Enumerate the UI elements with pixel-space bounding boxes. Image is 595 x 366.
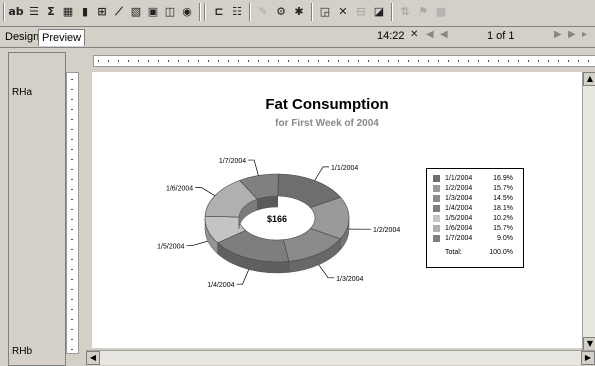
chart-title: Fat Consumption	[92, 96, 562, 113]
vertical-scrollbar[interactable]: ▲ ▼	[582, 72, 595, 350]
tab-design[interactable]: Design	[2, 29, 42, 45]
row-label-header: RHa	[12, 87, 32, 98]
image-icon[interactable]: ▧	[129, 5, 143, 19]
legend-swatch	[433, 235, 440, 242]
legend-date: 1/3/2004	[445, 194, 472, 203]
paint-icon[interactable]: ✎	[256, 5, 270, 19]
sort-icon[interactable]: ⇅	[398, 5, 412, 19]
legend-percent: 15.7%	[485, 184, 513, 193]
tab-preview[interactable]: Preview	[38, 29, 85, 46]
sigma-icon[interactable]: Σ	[44, 5, 58, 19]
legend-total-label: Total:	[445, 248, 462, 257]
scroll-up-icon[interactable]: ▲	[583, 72, 595, 86]
callout-line	[248, 160, 258, 175]
line-icon[interactable]: ⟋	[112, 5, 126, 19]
list-icon[interactable]: ☰	[27, 5, 41, 19]
legend-date: 1/6/2004	[445, 224, 472, 233]
legend-percent: 9.0%	[485, 234, 513, 243]
visibility-icon[interactable]: ◪	[372, 5, 386, 19]
doughnut-center-label: $166	[267, 214, 287, 224]
legend-percent: 18.1%	[485, 204, 513, 213]
toolbar-separator	[249, 3, 251, 21]
scroll-down-icon[interactable]: ▼	[583, 337, 595, 351]
legend-swatch	[433, 215, 440, 222]
legend-date: 1/2/2004	[445, 184, 472, 193]
legend-date: 1/1/2004	[445, 174, 472, 183]
callout-line	[186, 241, 207, 245]
legend-swatch	[433, 225, 440, 232]
callout-label: 1/2/2004	[373, 227, 400, 234]
more-icon[interactable]: ▸	[582, 29, 587, 40]
doughnut-hole-wall	[257, 196, 277, 210]
top-ruler-scale	[93, 55, 595, 67]
legend-swatch	[433, 185, 440, 192]
nav-time: 14:22	[377, 30, 405, 42]
params-icon[interactable]: ✱	[292, 5, 306, 19]
grid-icon[interactable]: ⊏	[212, 5, 226, 19]
toolbar-separator	[391, 3, 393, 21]
callout-line	[236, 269, 248, 284]
report-page: Fat Consumption for First Week of 2004 $…	[92, 72, 592, 348]
scroll-right-icon[interactable]: ▶	[581, 351, 595, 365]
group-icon[interactable]: ⚑	[416, 5, 430, 19]
callout-label: 1/6/2004	[166, 186, 193, 193]
chart-legend: 1/1/200416.9%1/2/200415.7%1/3/200414.5%1…	[426, 168, 524, 268]
chart-icon[interactable]: ▮	[78, 5, 92, 19]
horizontal-scrollbar[interactable]: ◀ ▶	[86, 350, 595, 365]
toolbar-separator	[199, 3, 201, 21]
legend-date: 1/7/2004	[445, 234, 472, 243]
subreport-icon[interactable]: ◫	[163, 5, 177, 19]
doughnut-chart: $1661/1/20041/2/20041/3/20041/4/20041/5/…	[142, 140, 472, 340]
top-ruler	[88, 54, 595, 66]
row-label-footer: RHb	[12, 346, 32, 357]
top-ruler-ticks	[94, 56, 595, 66]
legend-total-value: 100.0%	[485, 248, 513, 257]
pattern-icon[interactable]: ▩	[434, 5, 448, 19]
align-icon[interactable]: ☷	[230, 5, 244, 19]
toolbar-separator	[204, 3, 206, 21]
first-page-icon[interactable]: ◀	[426, 29, 434, 40]
left-ruler	[66, 72, 79, 354]
legend-swatch	[433, 205, 440, 212]
prev-page-icon[interactable]: ◀	[440, 29, 448, 40]
last-page-icon[interactable]: ▶	[568, 29, 576, 40]
left-ruler-ticks	[67, 73, 78, 353]
toolbar-grip	[3, 3, 5, 21]
callout-label: 1/4/2004	[207, 282, 234, 289]
callout-label: 1/3/2004	[336, 276, 363, 283]
tab-bar: Design Preview 14:22 ✕ ◀ ◀ 1 of 1 ▶ ▶ ▸	[0, 27, 595, 48]
filter-icon[interactable]: ⊟	[354, 5, 368, 19]
legend-percent: 16.9%	[485, 174, 513, 183]
callout-label: 1/7/2004	[219, 158, 246, 165]
toolbar: ab ☰ Σ ▦ ▮ ⊞ ⟋ ▧ ▣ ◫ ◉ ⊏ ☷ ✎ ⚙ ✱ ◲ ✕ ⊟ ◪…	[0, 0, 595, 27]
toolbar-separator	[311, 3, 313, 21]
picture-icon[interactable]: ▣	[146, 5, 160, 19]
next-page-icon[interactable]: ▶	[554, 29, 562, 40]
ab-icon[interactable]: ab	[8, 5, 24, 19]
legend-percent: 14.5%	[485, 194, 513, 203]
legend-date: 1/5/2004	[445, 214, 472, 223]
chart-subtitle: for First Week of 2004	[92, 118, 562, 129]
callout-line	[319, 265, 334, 278]
page-indicator: 1 of 1	[487, 30, 515, 42]
legend-swatch	[433, 195, 440, 202]
row-header-panel: RHa RHb	[8, 52, 66, 366]
link-icon[interactable]: ⊞	[95, 5, 109, 19]
query-icon[interactable]: ◲	[318, 5, 332, 19]
legend-date: 1/4/2004	[445, 204, 472, 213]
expression-icon[interactable]: ✕	[336, 5, 350, 19]
legend-swatch	[433, 175, 440, 182]
scroll-left-icon[interactable]: ◀	[86, 351, 100, 365]
legend-percent: 15.7%	[485, 224, 513, 233]
callout-label: 1/5/2004	[157, 244, 184, 251]
close-icon[interactable]: ✕	[410, 29, 418, 40]
legend-percent: 10.2%	[485, 214, 513, 223]
map-icon[interactable]: ◉	[180, 5, 194, 19]
callout-line	[315, 167, 329, 181]
data-icon[interactable]: ⚙	[274, 5, 288, 19]
table-icon[interactable]: ▦	[61, 5, 75, 19]
callout-line	[195, 188, 215, 196]
callout-label: 1/1/2004	[331, 165, 358, 172]
